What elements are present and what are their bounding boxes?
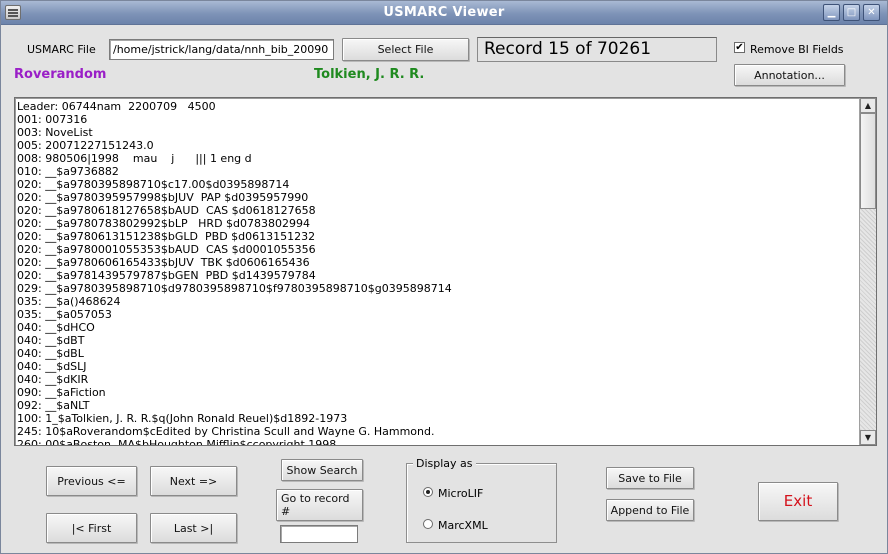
append-to-file-button[interactable]: Append to File — [606, 499, 694, 521]
remove-bi-fields-label: Remove BI Fields — [750, 43, 844, 56]
display-as-label: Display as — [413, 457, 476, 470]
record-line: 040: __$dHCO — [17, 321, 95, 334]
vertical-scrollbar[interactable]: ▲ ▼ — [859, 98, 876, 445]
select-file-button[interactable]: Select File — [342, 38, 469, 61]
usmarc-viewer-window: USMARC Viewer ▁ □ ✕ USMARC File /home/js… — [0, 0, 888, 554]
save-to-file-button[interactable]: Save to File — [606, 467, 694, 489]
first-button[interactable]: |< First — [46, 513, 137, 543]
record-line: 020: __$a9780618127658$bAUD CAS $d061812… — [17, 204, 316, 217]
record-line: 100: 1_$aTolkien, J. R. R.$q(John Ronald… — [17, 412, 348, 425]
show-search-button[interactable]: Show Search — [281, 459, 363, 481]
record-line: 020: __$a9780606165433$bJUV TBK $d060616… — [17, 256, 310, 269]
record-number-input[interactable] — [280, 525, 358, 543]
record-text-area[interactable]: Leader: 06744nam 2200709 4500 001: 007316… — [14, 97, 877, 446]
record-line: 260: 00$aBoston, MA$bHoughton Mifflin$cc… — [17, 438, 337, 445]
record-line: 010: __$a9736882 — [17, 165, 119, 178]
record-line: 001: 007316 — [17, 113, 88, 126]
record-line: 020: __$a9780395898710$c17.00$d039589871… — [17, 178, 290, 191]
record-line: 092: __$aNLT — [17, 399, 90, 412]
last-button[interactable]: Last >| — [150, 513, 237, 543]
annotation-button[interactable]: Annotation... — [734, 64, 845, 86]
exit-button[interactable]: Exit — [758, 482, 838, 521]
usmarc-file-label: USMARC File — [27, 43, 96, 56]
record-line: 008: 980506|1998 mau j ||| 1 eng d — [17, 152, 252, 165]
record-line: 040: __$dBT — [17, 334, 85, 347]
microlif-option-label: MicroLIF — [438, 487, 484, 500]
record-line: 005: 20071227151243.0 — [17, 139, 154, 152]
scroll-down-arrow-icon[interactable]: ▼ — [860, 430, 876, 445]
record-line: 029: __$a9780395898710$d9780395898710$f9… — [17, 282, 452, 295]
record-line: 035: __$a()468624 — [17, 295, 121, 308]
record-line: 090: __$aFiction — [17, 386, 106, 399]
title-bar[interactable]: USMARC Viewer ▁ □ ✕ — [1, 1, 887, 25]
record-line: 020: __$a9780001055353$bAUD CAS $d000105… — [17, 243, 316, 256]
next-button[interactable]: Next => — [150, 466, 237, 496]
remove-bi-fields-checkbox[interactable]: ✔ — [734, 42, 745, 53]
record-line: 020: __$a9781439579787$bGEN PBD $d143957… — [17, 269, 316, 282]
minimize-button[interactable]: ▁ — [823, 4, 840, 21]
marcxml-radio[interactable] — [423, 519, 433, 529]
record-author: Tolkien, J. R. R. — [314, 67, 425, 82]
previous-button[interactable]: Previous <= — [46, 466, 137, 496]
record-line: 040: __$dBL — [17, 347, 84, 360]
scroll-up-arrow-icon[interactable]: ▲ — [860, 98, 876, 113]
record-line: 020: __$a9780783802992$bLP HRD $d0783802… — [17, 217, 310, 230]
record-line: 003: NoveList — [17, 126, 93, 139]
microlif-radio[interactable] — [423, 487, 433, 497]
go-to-record-button[interactable]: Go to record # — [276, 489, 363, 521]
window-title: USMARC Viewer — [383, 5, 505, 20]
record-title: Roverandom — [14, 67, 107, 82]
maximize-button[interactable]: □ — [843, 4, 860, 21]
record-status: Record 15 of 70261 — [477, 37, 717, 62]
record-line: 040: __$dSLJ — [17, 360, 87, 373]
close-button[interactable]: ✕ — [863, 4, 880, 21]
record-line: 020: __$a9780613151238$bGLD PBD $d061315… — [17, 230, 316, 243]
file-path-field[interactable]: /home/jstrick/lang/data/nnh_bib_20090 — [109, 39, 334, 60]
record-lines: Leader: 06744nam 2200709 4500 001: 007316… — [17, 100, 858, 445]
marcxml-option-label: MarcXML — [438, 519, 488, 532]
record-line: 020: __$a9780395957998$bJUV PAP $d039595… — [17, 191, 309, 204]
record-line: 035: __$a057053 — [17, 308, 112, 321]
record-line: Leader: 06744nam 2200709 4500 — [17, 100, 216, 113]
record-line: 245: 10$aRoverandom$cEdited by Christina… — [17, 425, 435, 438]
record-line: 040: __$dKIR — [17, 373, 89, 386]
scroll-thumb[interactable] — [860, 113, 876, 209]
